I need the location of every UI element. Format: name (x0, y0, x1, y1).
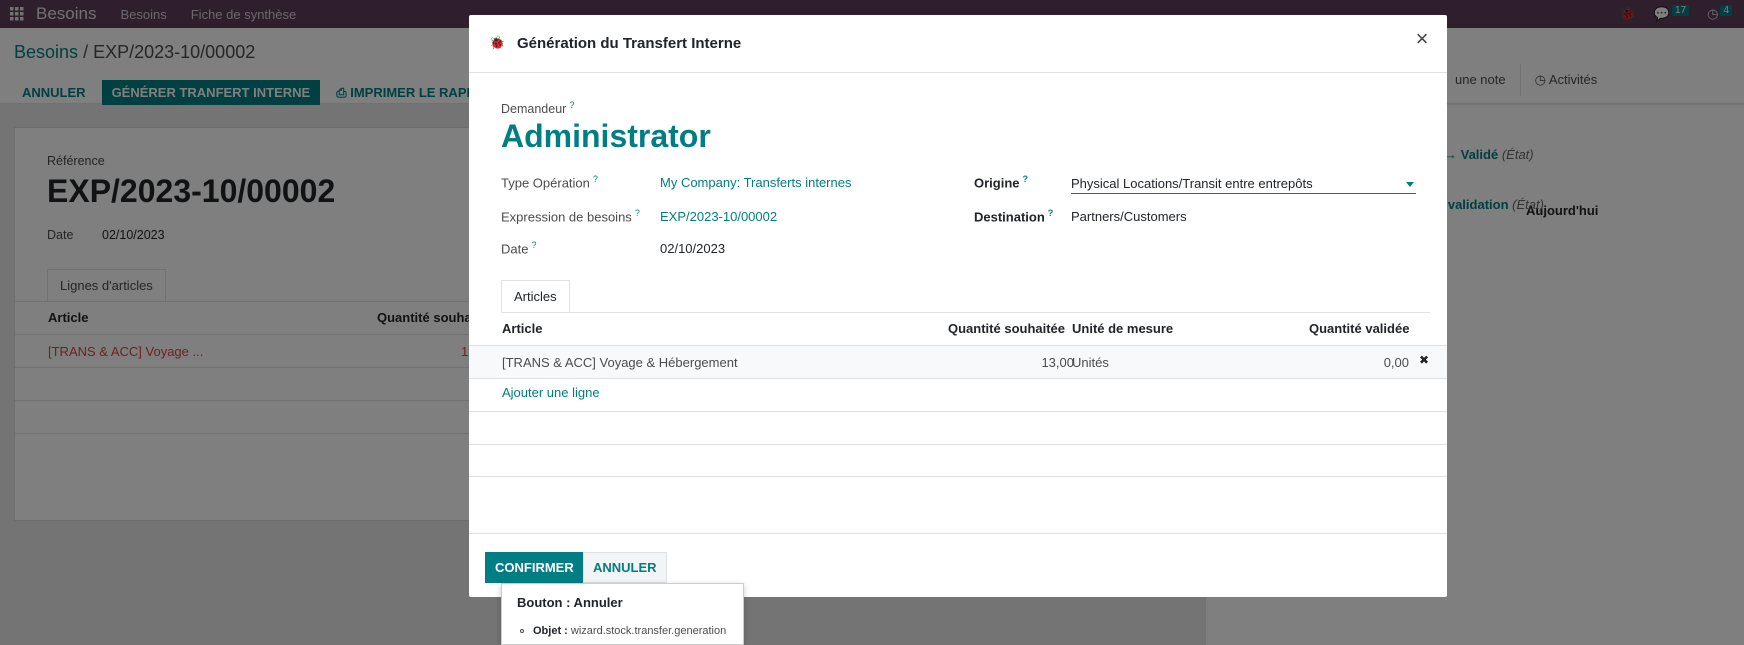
tab-articles[interactable]: Articles (501, 280, 570, 313)
transfer-generation-dialog: 🐞 Génération du Transfert Interne × Dema… (469, 15, 1447, 597)
chevron-down-icon (1406, 182, 1414, 187)
row-quantity-validated: 0,00 (1383, 355, 1409, 370)
op-type-value[interactable]: My Company: Transferts internes (660, 175, 851, 190)
close-icon[interactable]: × (1411, 28, 1433, 51)
cancel-button[interactable]: ANNULER (583, 552, 667, 583)
help-icon[interactable]: ? (569, 100, 574, 110)
add-line-row (469, 378, 1447, 411)
column-article[interactable]: Article (502, 321, 542, 336)
requester-label-text: Demandeur (501, 102, 567, 117)
date-label-text: Date (501, 241, 529, 257)
op-type-label-text: Type Opération (501, 175, 590, 191)
destination-label-text: Destination (974, 209, 1045, 225)
dialog-header: 🐞 Génération du Transfert Interne × (469, 15, 1447, 73)
table-row[interactable]: [TRANS & ACC] Voyage & Hébergement 13,00… (469, 345, 1447, 378)
column-quantity-validated[interactable]: Quantité validée (1309, 321, 1409, 336)
tooltip-object-value: wizard.stock.transfer.generation (570, 625, 727, 637)
column-uom[interactable]: Unité de mesure (1072, 321, 1173, 336)
table-row (469, 444, 1447, 477)
requester-value: Administrator (501, 118, 711, 154)
date-value: 02/10/2023 (660, 241, 726, 256)
dialog-title: Génération du Transfert Interne (517, 35, 742, 52)
origin-label-text: Origine (974, 175, 1020, 191)
help-icon[interactable]: ? (635, 208, 640, 218)
row-article: [TRANS & ACC] Voyage & Hébergement (502, 355, 738, 370)
debug-tooltip: Bouton : Annuler Objet : wizard.stock.tr… (501, 583, 744, 645)
table-footer (469, 476, 1447, 509)
expression-label: Expression de besoins? (501, 208, 640, 224)
help-icon[interactable]: ? (593, 174, 598, 184)
help-icon[interactable]: ? (1048, 208, 1054, 218)
tooltip-object: Objet : wizard.stock.transfer.generation (533, 625, 726, 637)
debug-bug-icon[interactable]: 🐞 (489, 35, 505, 51)
destination-label: Destination? (974, 208, 1053, 224)
origin-label: Origine? (974, 174, 1028, 190)
confirm-button[interactable]: CONFIRMER (485, 552, 584, 583)
help-icon[interactable]: ? (531, 240, 536, 250)
bullet-icon (520, 629, 524, 633)
column-quantity-wanted[interactable]: Quantité souhaitée (948, 321, 1065, 336)
requester-label: Demandeur? (501, 100, 574, 116)
expression-value[interactable]: EXP/2023-10/00002 (660, 209, 777, 224)
destination-value: Partners/Customers (1071, 209, 1187, 224)
op-type-label: Type Opération? (501, 174, 598, 190)
delete-row-icon[interactable]: ✖ (1419, 353, 1429, 367)
origin-select[interactable]: Physical Locations/Transit entre entrepô… (1071, 174, 1416, 194)
row-quantity-wanted: 13,00 (1041, 355, 1074, 370)
row-uom: Unités (1072, 355, 1109, 370)
tooltip-title: Bouton : Annuler (517, 595, 623, 610)
add-line-link[interactable]: Ajouter une ligne (502, 385, 600, 400)
tab-divider (501, 312, 1430, 313)
table-row (469, 411, 1447, 444)
date-label: Date? (501, 240, 536, 256)
expression-label-text: Expression de besoins (501, 209, 632, 225)
tooltip-object-label: Objet : (533, 625, 568, 637)
help-icon[interactable]: ? (1023, 174, 1029, 184)
origin-value: Physical Locations/Transit entre entrepô… (1071, 176, 1313, 191)
